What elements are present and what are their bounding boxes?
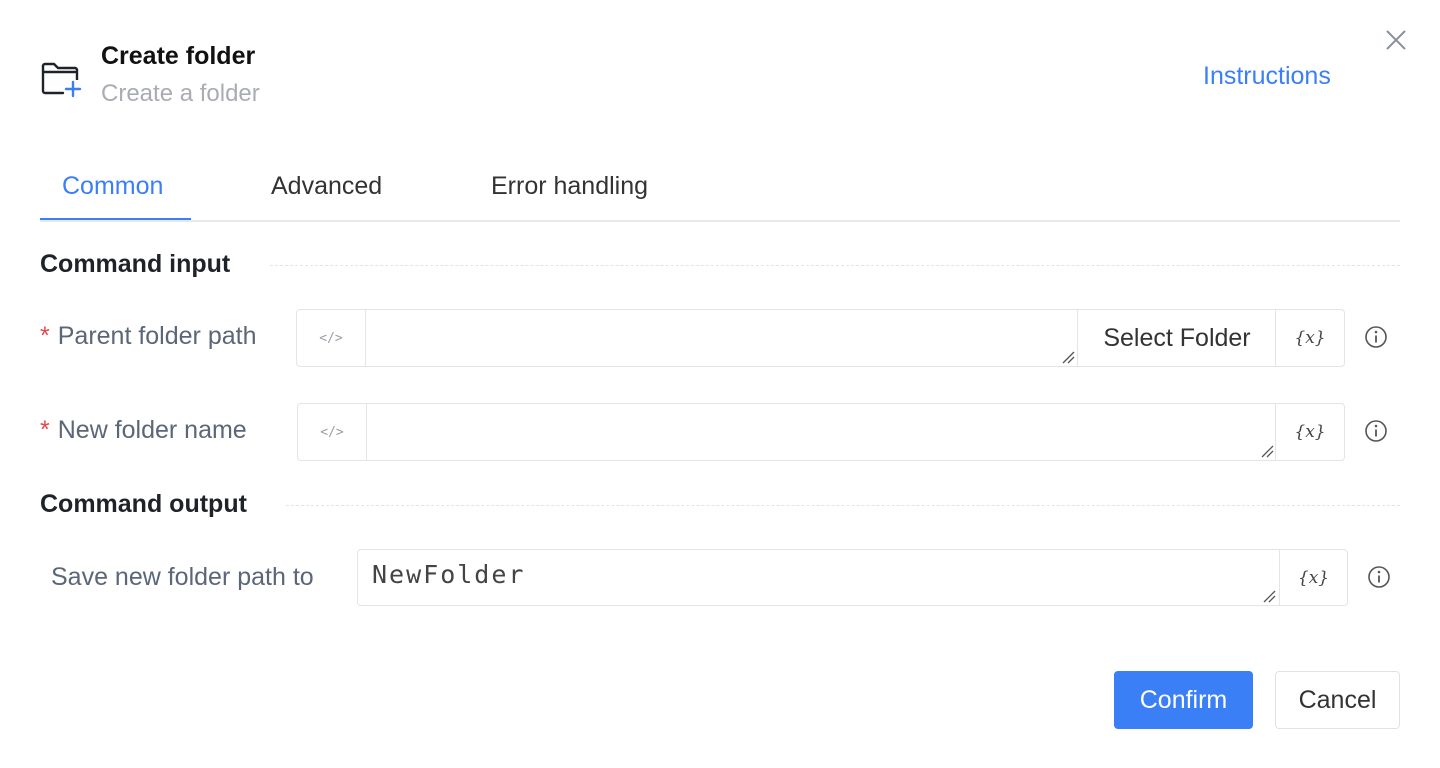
parent-folder-input[interactable] <box>366 310 1077 366</box>
save-path-field: NewFolder {x} <box>357 549 1348 606</box>
tab-bar: Common Advanced Error handling <box>40 160 1400 222</box>
instructions-link[interactable]: Instructions <box>1203 62 1331 91</box>
tab-common[interactable]: Common <box>62 172 163 220</box>
new-folder-name-field: </> {x} <box>297 403 1345 461</box>
section-command-output: Command output <box>40 490 247 518</box>
info-icon[interactable] <box>1364 419 1388 443</box>
resize-handle-icon[interactable] <box>1061 350 1075 364</box>
confirm-button[interactable]: Confirm <box>1114 671 1253 729</box>
parent-folder-label: * Parent folder path <box>40 322 256 351</box>
info-icon[interactable] <box>1367 565 1391 589</box>
tab-advanced[interactable]: Advanced <box>271 172 382 220</box>
save-path-label: Save new folder path to <box>51 563 314 591</box>
required-mark: * <box>40 416 50 444</box>
resize-handle-icon[interactable] <box>1262 589 1276 603</box>
tab-error-handling[interactable]: Error handling <box>491 172 648 220</box>
section-divider <box>286 505 1400 506</box>
new-folder-name-label-text: New folder name <box>57 416 247 444</box>
new-folder-name-input[interactable] <box>367 404 1276 460</box>
variable-button[interactable]: {x} <box>1275 310 1344 366</box>
variable-button[interactable]: {x} <box>1275 404 1344 460</box>
section-divider <box>270 265 1400 266</box>
code-toggle-button[interactable]: </> <box>297 310 366 366</box>
code-toggle-button[interactable]: </> <box>298 404 367 460</box>
parent-folder-label-text: Parent folder path <box>57 322 257 350</box>
parent-folder-field: </> Select Folder {x} <box>296 309 1345 367</box>
variable-button[interactable]: {x} <box>1279 550 1347 605</box>
create-folder-dialog: Create folder Create a folder Instructio… <box>0 0 1440 768</box>
dialog-title: Create folder <box>101 42 256 70</box>
close-icon[interactable] <box>1384 28 1408 52</box>
new-folder-name-label: * New folder name <box>40 416 247 445</box>
dialog-subtitle: Create a folder <box>101 80 260 107</box>
required-mark: * <box>40 322 50 350</box>
select-folder-button[interactable]: Select Folder <box>1077 310 1276 366</box>
info-icon[interactable] <box>1364 325 1388 349</box>
resize-handle-icon[interactable] <box>1260 444 1274 458</box>
cancel-button[interactable]: Cancel <box>1275 671 1400 729</box>
active-tab-indicator <box>40 218 191 220</box>
folder-plus-icon <box>41 62 82 98</box>
save-path-input[interactable]: NewFolder <box>358 550 1279 606</box>
section-command-input: Command input <box>40 250 231 278</box>
